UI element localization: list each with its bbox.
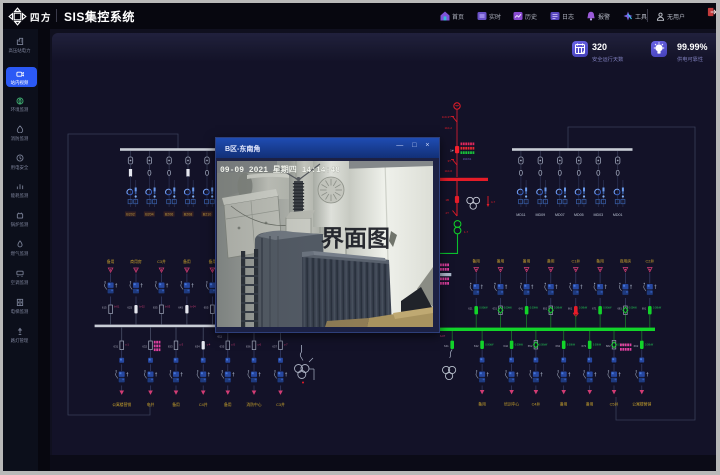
svg-text:界面图: 界面图 [321, 225, 390, 251]
svg-text:09-09 2021 星期四 14:14:48: 09-09 2021 星期四 14:14:48 [220, 164, 340, 175]
